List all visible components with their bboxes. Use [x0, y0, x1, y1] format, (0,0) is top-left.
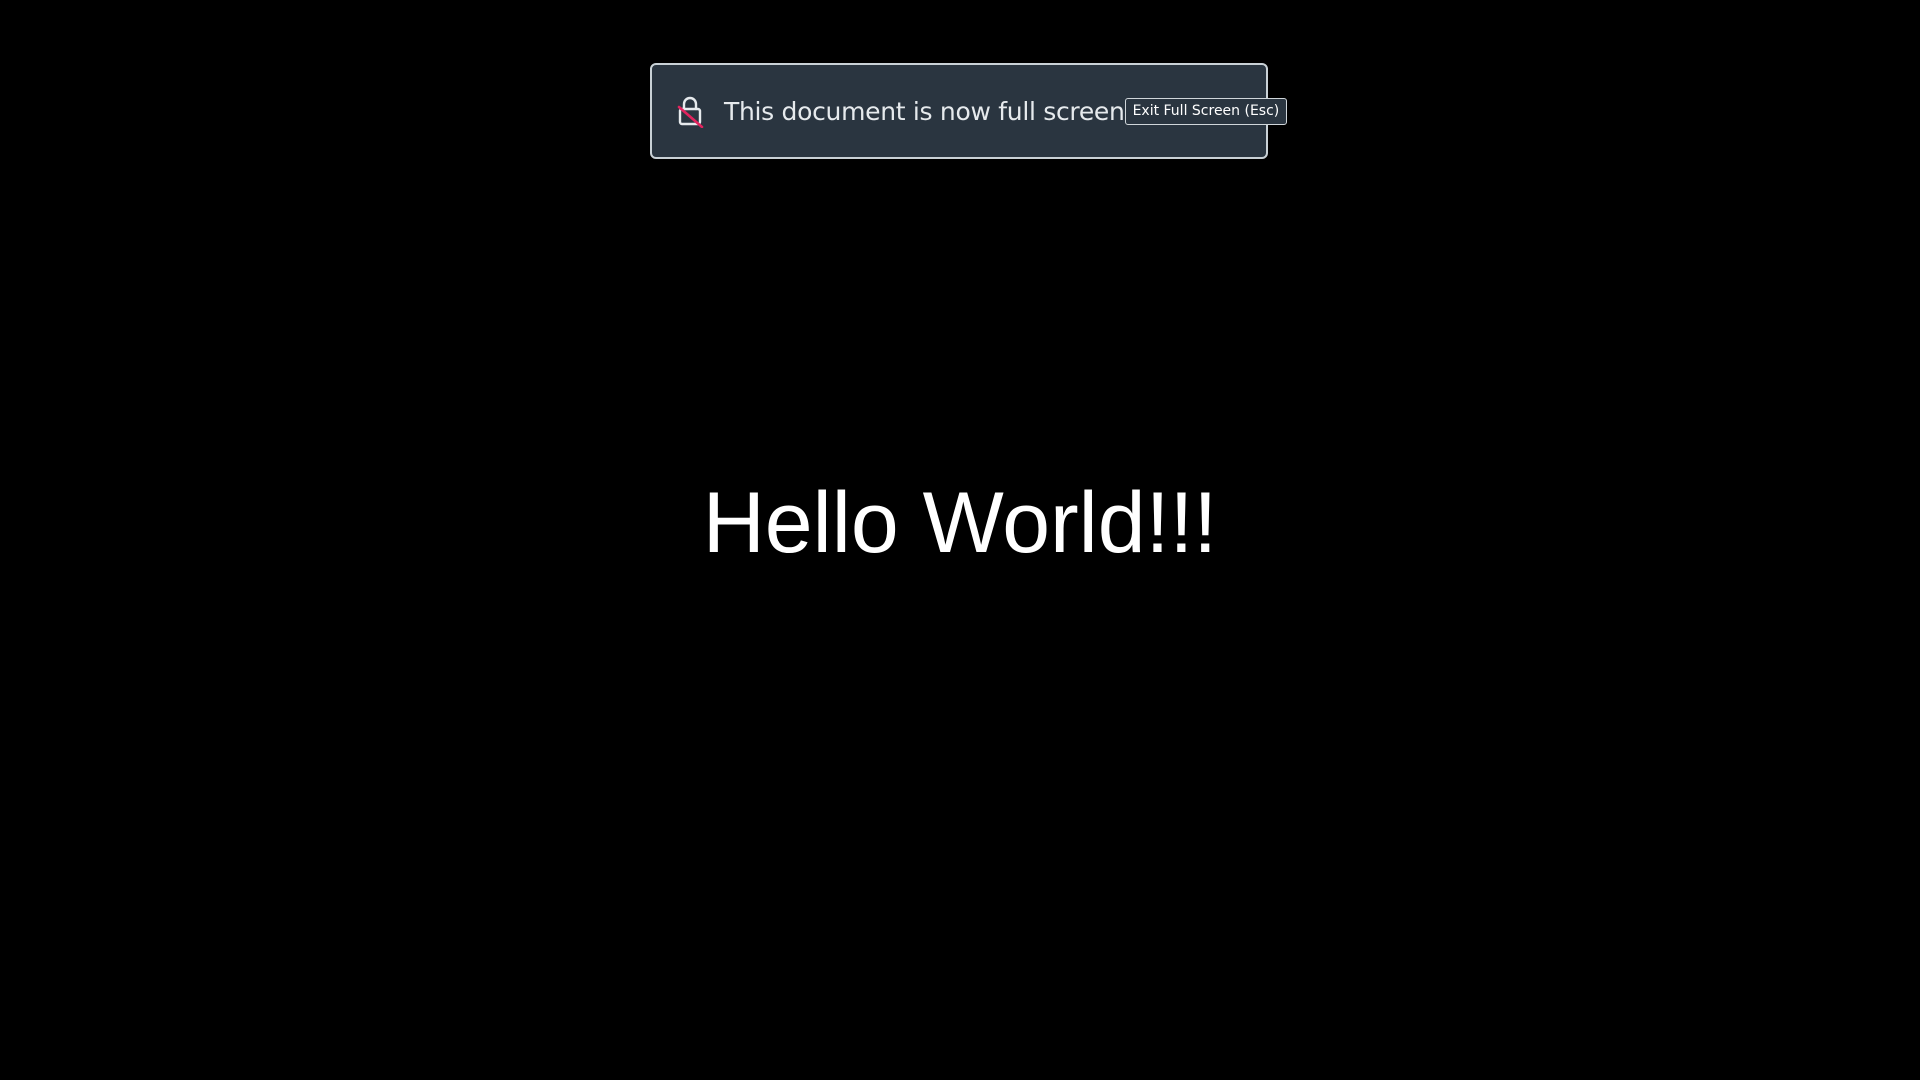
exit-full-screen-button[interactable]: Exit Full Screen (Esc) — [1124, 97, 1288, 125]
fullscreen-notification: This document is now full screen Exit Fu… — [650, 63, 1288, 159]
fullscreen-page: This document is now full screen Exit Fu… — [0, 0, 1920, 1080]
fullscreen-lock-icon — [674, 93, 706, 129]
fullscreen-message: This document is now full screen — [724, 96, 1125, 126]
page-heading: Hello World!!! — [702, 475, 1218, 571]
